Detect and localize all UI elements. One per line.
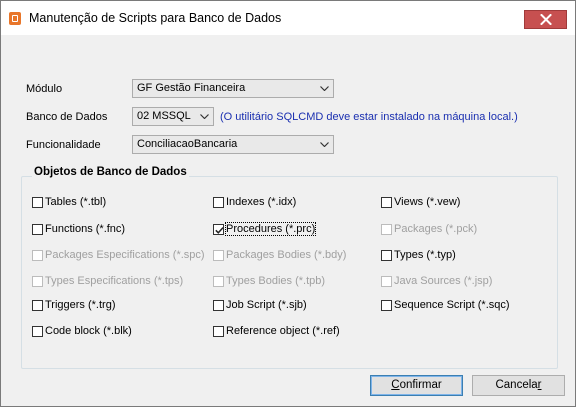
checkbox-label: Procedures (*.prc) — [224, 222, 317, 236]
checkbox-box[interactable] — [213, 223, 224, 235]
modulo-select[interactable]: GF Gestão Financeira — [132, 79, 334, 98]
checkbox-types-specifications[interactable]: Types Especifications (*.tps) — [32, 275, 183, 287]
checkbox-label: Functions (*.fnc) — [45, 223, 126, 235]
checkbox-label: Sequence Script (*.sqc) — [394, 299, 510, 311]
cancel-button[interactable]: Cancelar — [472, 375, 565, 396]
checkbox-java-sources[interactable]: Java Sources (*.jsp) — [381, 275, 492, 287]
checkbox-label: Triggers (*.trg) — [45, 299, 116, 311]
checkbox-indexes[interactable]: Indexes (*.idx) — [213, 196, 296, 208]
checkbox-label: Packages Especifications (*.spc) — [45, 249, 205, 261]
checkbox-box[interactable] — [381, 249, 392, 261]
checkbox-packages-specifications[interactable]: Packages Especifications (*.spc) — [32, 249, 205, 261]
chevron-down-icon — [319, 80, 329, 97]
checkbox-sequence-script[interactable]: Sequence Script (*.sqc) — [381, 299, 510, 311]
checkbox-tables[interactable]: Tables (*.tbl) — [32, 196, 106, 208]
checkbox-box[interactable] — [32, 275, 43, 287]
objects-groupbox-title: Objetos de Banco de Dados — [32, 166, 189, 178]
confirm-button[interactable]: Confirmar — [370, 375, 463, 396]
checkbox-box[interactable] — [32, 325, 43, 337]
checkbox-functions[interactable]: Functions (*.fnc) — [32, 223, 125, 235]
checkmark-icon — [215, 226, 224, 234]
checkbox-label: Types Bodies (*.tpb) — [226, 275, 326, 287]
checkbox-code-block[interactable]: Code block (*.blk) — [32, 325, 132, 337]
funcionalidade-select[interactable]: ConciliacaoBancaria — [132, 135, 334, 154]
checkbox-box[interactable] — [381, 196, 392, 208]
checkbox-label: Java Sources (*.jsp) — [394, 275, 493, 287]
checkbox-label: Packages (*.pck) — [394, 223, 478, 235]
close-icon — [539, 14, 552, 25]
dialog-body: Módulo GF Gestão Financeira Banco de Dad… — [1, 35, 575, 406]
checkbox-label: Types Especifications (*.tps) — [45, 275, 184, 287]
checkbox-label: Code block (*.blk) — [45, 325, 132, 337]
chevron-down-icon — [199, 108, 209, 125]
checkbox-box[interactable] — [381, 223, 392, 235]
checkbox-box[interactable] — [32, 249, 43, 261]
window-title: Manutenção de Scripts para Banco de Dado… — [29, 11, 282, 25]
cancel-accel: r — [537, 379, 542, 391]
checkbox-label: Views (*.vew) — [394, 196, 461, 208]
checkbox-job-script[interactable]: Job Script (*.sjb) — [213, 299, 307, 311]
banco-value: 02 MSSQL — [137, 110, 191, 122]
confirm-label-rest: onfirmar — [399, 379, 442, 391]
checkbox-types[interactable]: Types (*.typ) — [381, 249, 456, 261]
checkbox-box[interactable] — [213, 249, 224, 261]
checkbox-reference-object[interactable]: Reference object (*.ref) — [213, 325, 340, 337]
dialog-window: Manutenção de Scripts para Banco de Dado… — [0, 0, 576, 407]
checkbox-box[interactable] — [381, 275, 392, 287]
checkbox-triggers[interactable]: Triggers (*.trg) — [32, 299, 116, 311]
modulo-value: GF Gestão Financeira — [137, 82, 246, 94]
checkbox-box[interactable] — [213, 299, 224, 311]
funcionalidade-value: ConciliacaoBancaria — [137, 138, 238, 150]
checkbox-box[interactable] — [213, 325, 224, 337]
checkbox-label: Reference object (*.ref) — [226, 325, 340, 337]
checkbox-box[interactable] — [32, 196, 43, 208]
checkbox-box[interactable] — [213, 275, 224, 287]
checkbox-views[interactable]: Views (*.vew) — [381, 196, 460, 208]
cancel-label-pre: Cancela — [495, 379, 538, 391]
checkbox-label: Packages Bodies (*.bdy) — [226, 249, 347, 261]
chevron-down-icon — [319, 136, 329, 153]
banco-label: Banco de Dados — [26, 111, 108, 123]
banco-select[interactable]: 02 MSSQL — [132, 107, 214, 126]
checkbox-packages-bodies[interactable]: Packages Bodies (*.bdy) — [213, 249, 346, 261]
scripts-app-icon — [9, 12, 21, 25]
sqlcmd-hint: (O utilitário SQLCMD deve estar instalad… — [220, 111, 518, 123]
checkbox-types-bodies[interactable]: Types Bodies (*.tpb) — [213, 275, 325, 287]
checkbox-label: Job Script (*.sjb) — [226, 299, 307, 311]
checkbox-label: Types (*.typ) — [394, 249, 456, 261]
checkbox-packages[interactable]: Packages (*.pck) — [381, 223, 477, 235]
close-button[interactable] — [524, 10, 567, 29]
checkbox-box[interactable] — [32, 299, 43, 311]
checkbox-box[interactable] — [213, 196, 224, 208]
confirm-accel: C — [391, 379, 400, 391]
checkbox-label: Indexes (*.idx) — [226, 196, 297, 208]
modulo-label: Módulo — [26, 83, 63, 95]
checkbox-box[interactable] — [381, 299, 392, 311]
checkbox-box[interactable] — [32, 223, 43, 235]
funcionalidade-label: Funcionalidade — [26, 139, 101, 151]
checkbox-label: Tables (*.tbl) — [45, 196, 107, 208]
title-bar[interactable]: Manutenção de Scripts para Banco de Dado… — [1, 1, 575, 35]
checkbox-procedures[interactable]: Procedures (*.prc) — [213, 222, 317, 236]
